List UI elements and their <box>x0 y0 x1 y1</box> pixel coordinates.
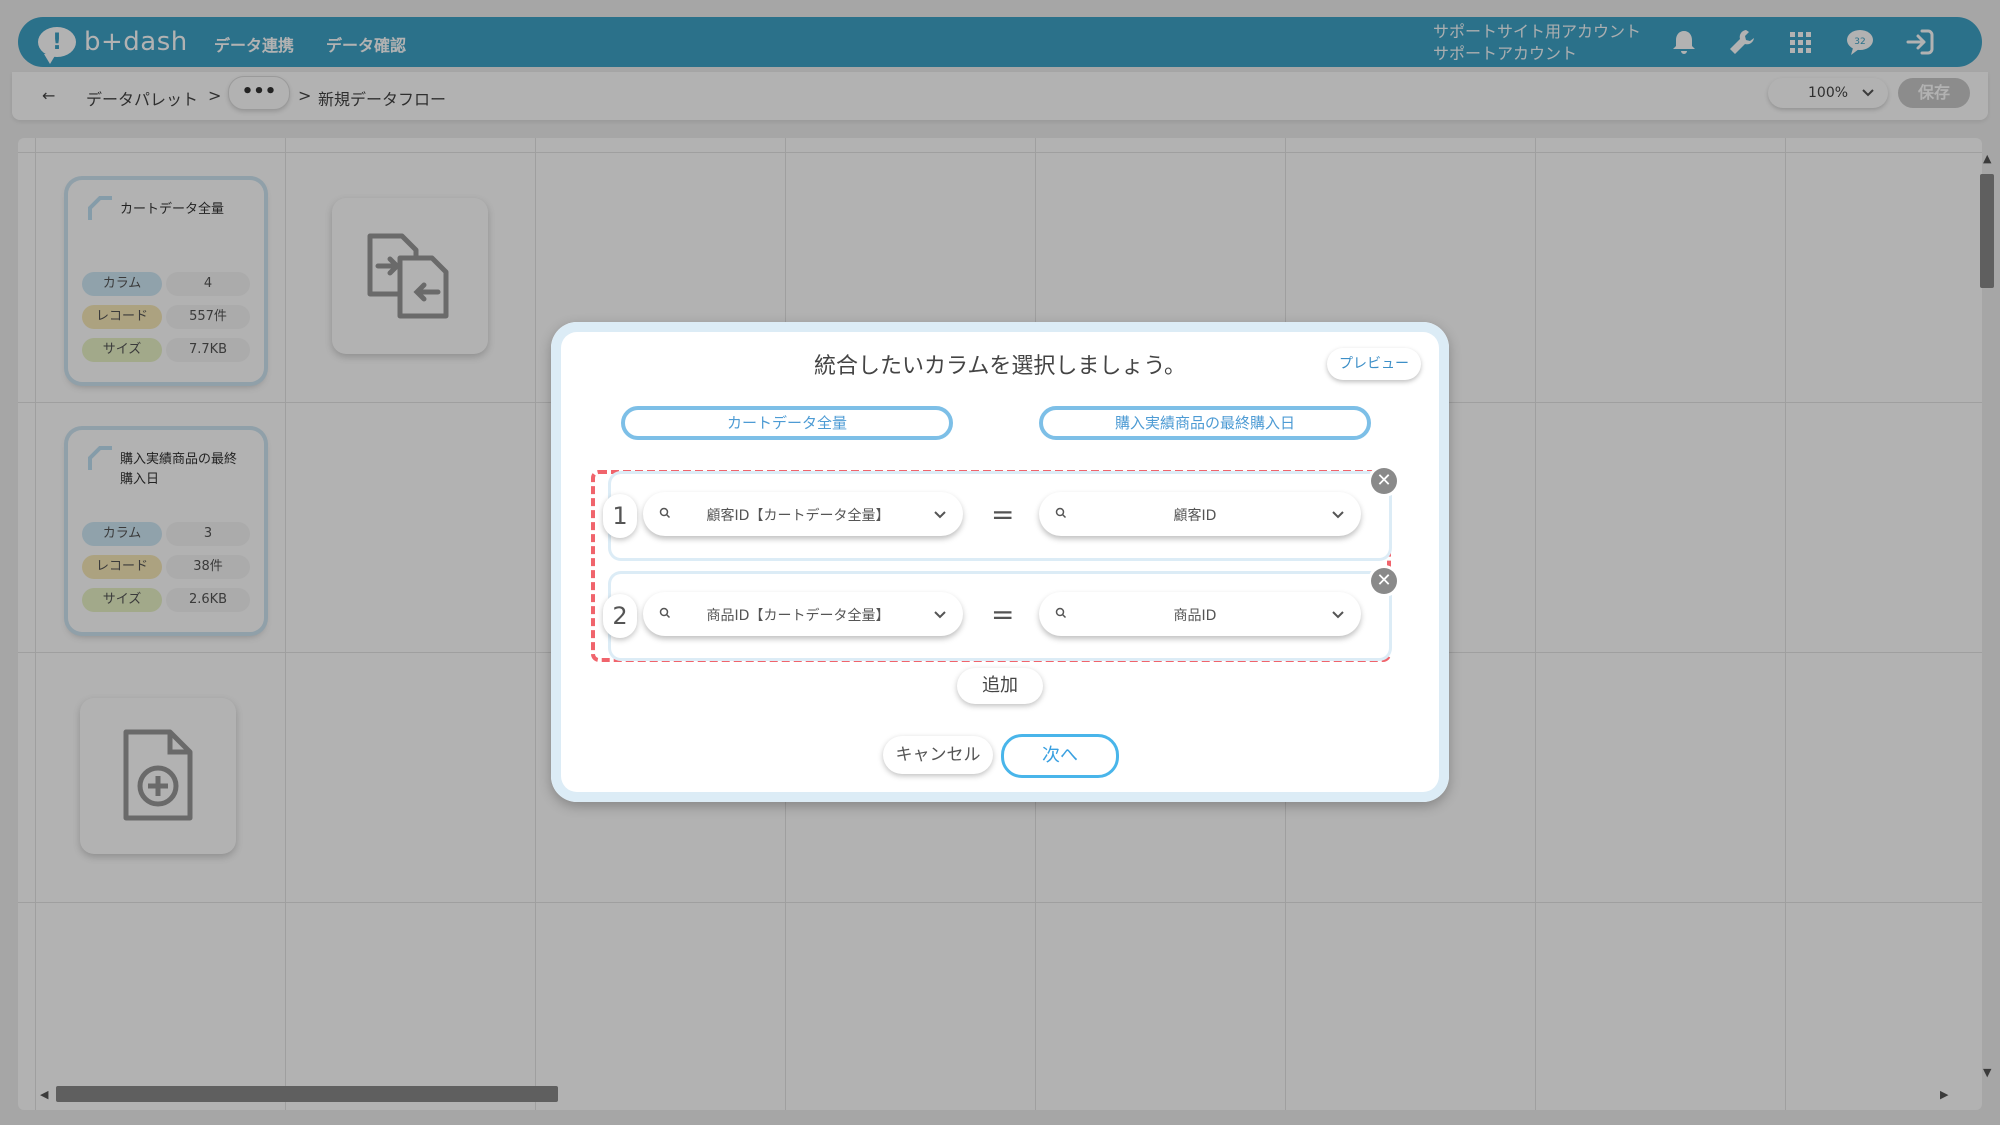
left-column-value: 顧客ID【カートデータ全量】 <box>706 508 890 524</box>
search-icon <box>1055 507 1067 519</box>
equals-sign: = <box>991 598 1015 631</box>
dialog-title: 統合したいカラムを選択しましょう。 <box>813 354 1187 379</box>
left-table-button[interactable]: カートデータ全量 <box>621 406 953 440</box>
chevron-down-icon <box>1332 511 1344 519</box>
chevron-down-icon <box>934 611 946 619</box>
left-column-select[interactable]: 顧客ID【カートデータ全量】 <box>643 492 963 536</box>
right-column-value: 顧客ID <box>1173 508 1217 524</box>
right-column-select[interactable]: 商品ID <box>1039 592 1361 636</box>
next-button[interactable]: 次へ <box>1001 734 1119 778</box>
cancel-button[interactable]: キャンセル <box>883 736 993 774</box>
left-column-select[interactable]: 商品ID【カートデータ全量】 <box>643 592 963 636</box>
search-icon <box>659 507 671 519</box>
join-condition-row: 1 顧客ID【カートデータ全量】 = 顧客ID <box>603 474 1389 558</box>
chevron-down-icon <box>1332 611 1344 619</box>
add-condition-button[interactable]: 追加 <box>957 668 1043 704</box>
right-table-button[interactable]: 購入実績商品の最終購入日 <box>1039 406 1371 440</box>
row-number: 2 <box>603 594 637 638</box>
chevron-down-icon <box>934 511 946 519</box>
preview-button[interactable]: プレビュー <box>1327 348 1421 380</box>
row-number: 1 <box>603 494 637 538</box>
search-icon <box>1055 607 1067 619</box>
right-column-value: 商品ID <box>1173 608 1217 624</box>
equals-sign: = <box>991 498 1015 531</box>
remove-row-close-icon[interactable]: ✕ <box>1371 468 1397 494</box>
merge-column-dialog: 統合したいカラムを選択しましょう。 プレビュー カートデータ全量 購入実績商品の… <box>551 322 1449 802</box>
remove-row-close-icon[interactable]: ✕ <box>1371 568 1397 594</box>
join-condition-row: 2 商品ID【カートデータ全量】 = 商品ID <box>603 574 1389 658</box>
search-icon <box>659 607 671 619</box>
right-column-select[interactable]: 顧客ID <box>1039 492 1361 536</box>
left-column-value: 商品ID【カートデータ全量】 <box>706 608 890 624</box>
